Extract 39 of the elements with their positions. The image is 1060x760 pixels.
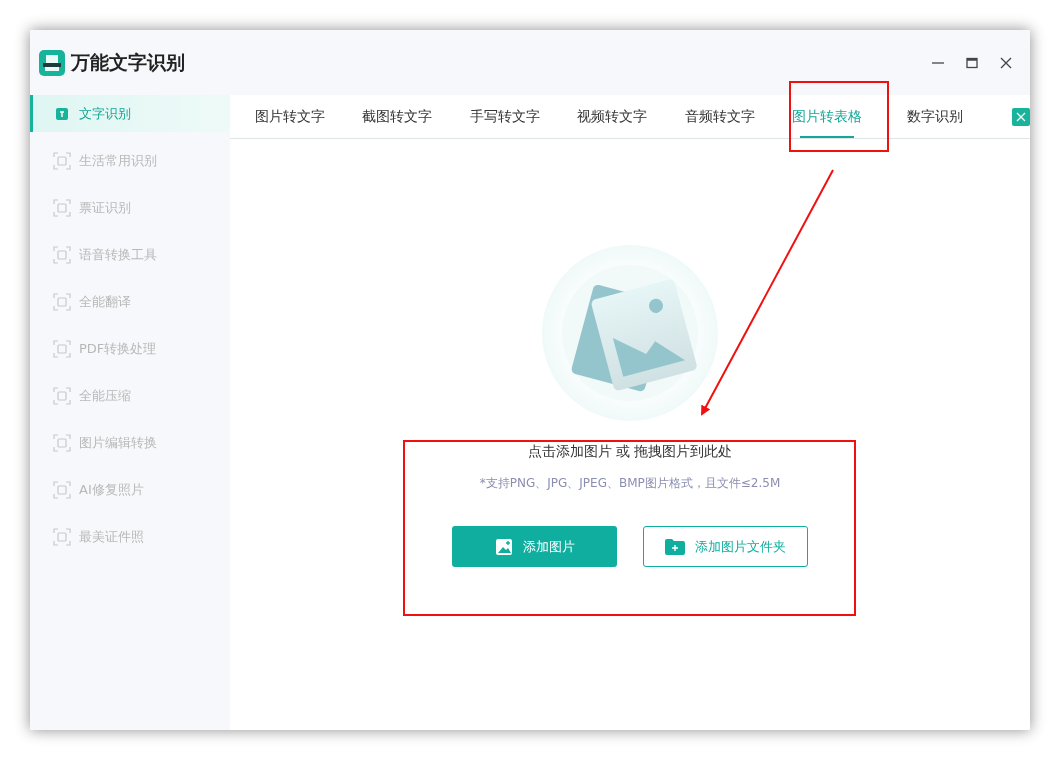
add-image-button[interactable]: 添加图片 <box>452 526 617 567</box>
sidebar-item[interactable]: 文字识别 <box>30 95 230 132</box>
tab[interactable]: 音频转文字 <box>665 95 774 138</box>
tab[interactable]: 视频转文字 <box>558 95 666 138</box>
scan-frame-icon <box>53 339 71 358</box>
tab[interactable]: 数字识别 <box>880 95 989 138</box>
sidebar-item[interactable]: 图片编辑转换 <box>30 424 230 461</box>
tab[interactable]: 图片转文字 <box>236 95 344 138</box>
sidebar-item[interactable]: 生活常用识别 <box>30 142 230 179</box>
sidebar-item[interactable]: 全能翻译 <box>30 283 230 320</box>
close-tab-button[interactable] <box>1012 107 1031 126</box>
tab[interactable]: 图片转表格 <box>773 95 881 138</box>
scan-frame-icon <box>53 433 71 452</box>
tab[interactable]: 手写转文字 <box>450 95 559 138</box>
format-hint: *支持PNG、JPG、JPEG、BMP图片格式，且文件≤2.5M <box>479 475 781 492</box>
sidebar-item[interactable]: AI修复照片 <box>30 471 230 508</box>
sidebar-item[interactable]: 全能压缩 <box>30 377 230 414</box>
folder-add-icon <box>665 538 685 555</box>
minimize-icon <box>932 61 944 64</box>
sidebar-item[interactable]: 语音转换工具 <box>30 236 230 273</box>
tab[interactable]: 截图转文字 <box>343 95 451 138</box>
scan-frame-icon <box>53 198 71 217</box>
add-folder-button[interactable]: 添加图片文件夹 <box>643 526 808 567</box>
app-title: 万能文字识别 <box>71 49 185 75</box>
scanner-logo-icon <box>39 49 65 76</box>
sidebar-item[interactable]: 票证识别 <box>30 189 230 226</box>
scan-frame-icon <box>53 386 71 405</box>
drop-prompt: 点击添加图片 或 拖拽图片到此处 <box>527 443 733 461</box>
image-add-icon <box>494 537 513 556</box>
sidebar-item[interactable]: 最美证件照 <box>30 518 230 555</box>
scan-frame-icon <box>53 151 71 170</box>
scan-frame-icon <box>53 527 71 546</box>
sidebar-item[interactable]: PDF转换处理 <box>30 330 230 367</box>
close-icon <box>999 55 1013 70</box>
scan-frame-icon <box>53 245 71 264</box>
scan-frame-icon <box>53 292 71 311</box>
close-icon <box>1015 110 1028 123</box>
scan-frame-icon <box>53 480 71 499</box>
maximize-icon <box>965 55 979 70</box>
